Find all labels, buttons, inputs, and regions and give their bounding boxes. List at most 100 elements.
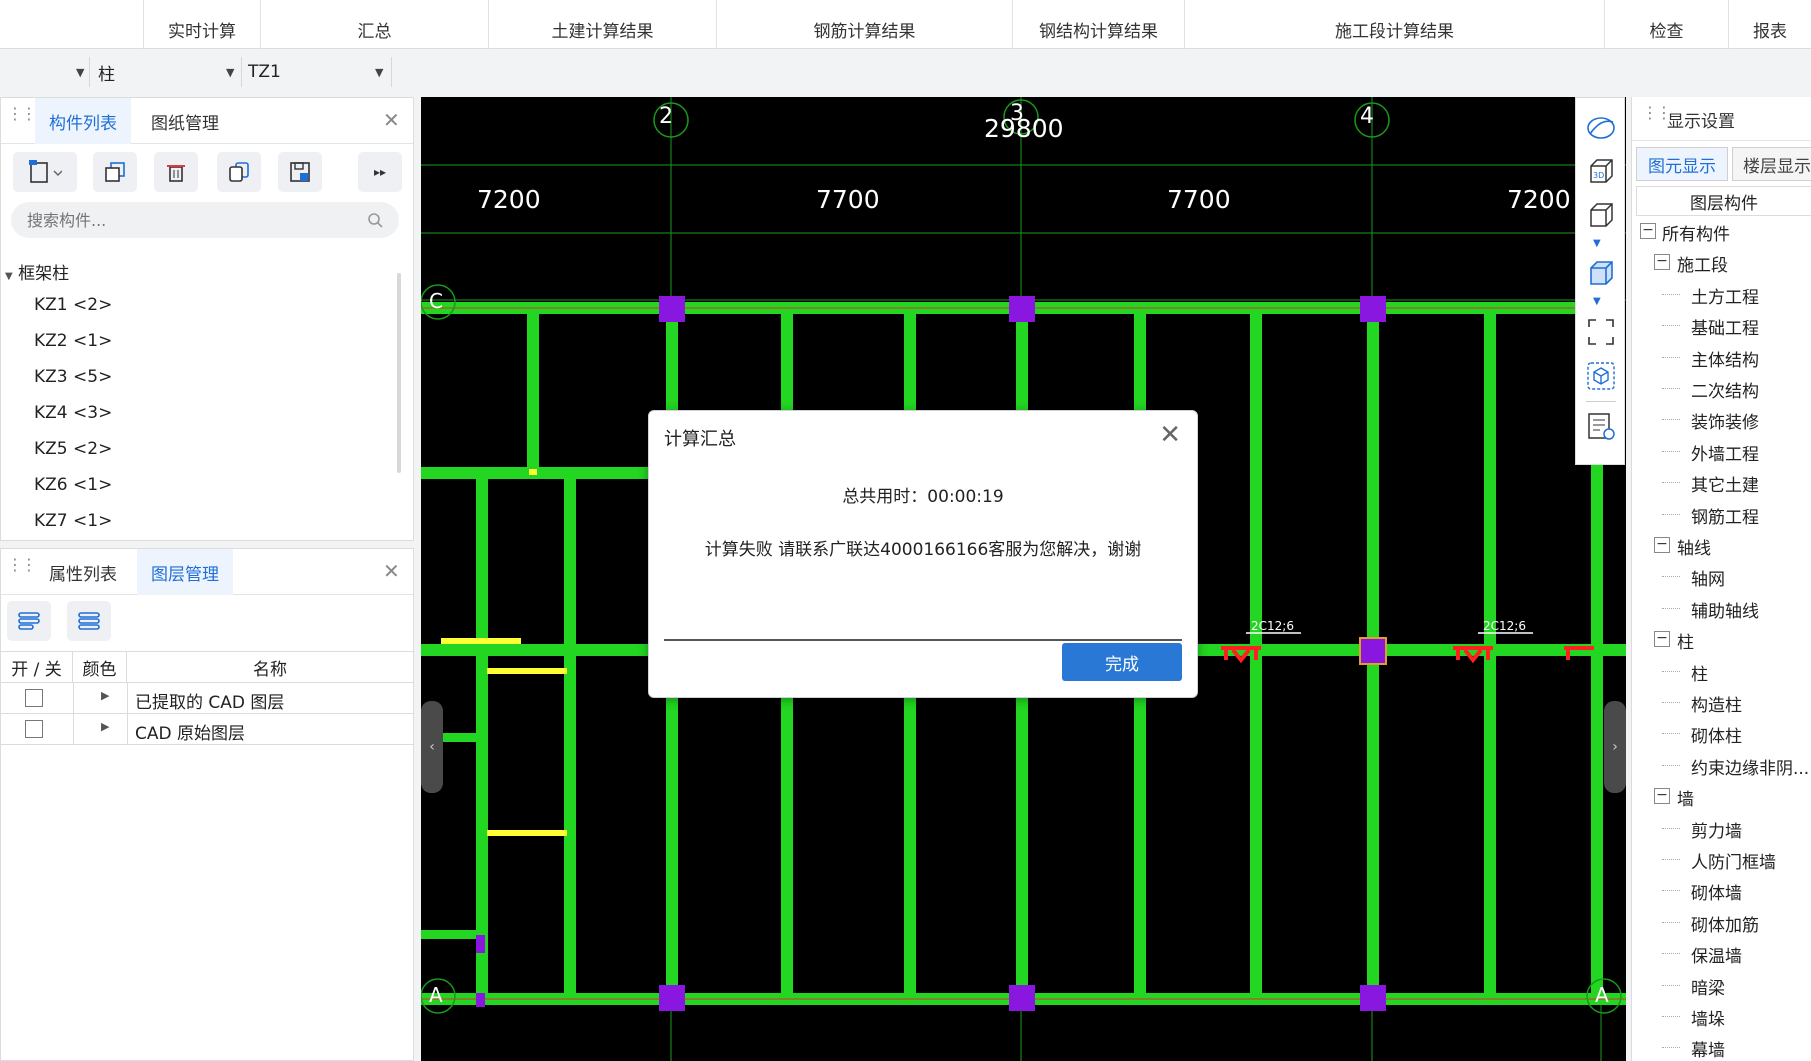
table-row[interactable]: ▶ CAD 原始图层 [1, 714, 413, 744]
tree-item[interactable]: 约束边缘非阴... [1691, 754, 1809, 779]
tab-summary[interactable]: 汇总 [260, 0, 488, 49]
tree-item[interactable]: 砌体加筋 [1691, 911, 1759, 936]
tab-report[interactable]: 报表 [1728, 0, 1811, 49]
drag-handle-icon[interactable]: ⋮⋮ [1642, 105, 1672, 121]
collapse-left-panel-button[interactable]: ‹ [421, 701, 443, 793]
tree-item[interactable]: 土方工程 [1691, 283, 1759, 308]
tab-floor-display[interactable]: 楼层显示 [1732, 147, 1811, 181]
orbit-button[interactable] [1586, 112, 1616, 144]
properties-view-button[interactable] [1586, 410, 1616, 442]
tree-item[interactable]: 装饰装修 [1691, 408, 1759, 433]
chevron-down-icon[interactable]: ▼ [1593, 296, 1601, 307]
tree-item[interactable]: 柱 [1691, 660, 1708, 685]
tab-property-list[interactable]: 属性列表 [35, 549, 131, 595]
collapse-box-icon[interactable]: − [1654, 788, 1670, 805]
layer-show-button[interactable] [7, 601, 51, 641]
tree-item[interactable]: 剪力墙 [1691, 817, 1742, 842]
chevron-down-icon[interactable]: ▼ [1593, 238, 1601, 249]
tab-layer-management[interactable]: 图层管理 [137, 549, 233, 595]
tree-item[interactable]: 主体结构 [1691, 346, 1759, 371]
collapse-box-icon[interactable]: − [1640, 223, 1656, 239]
collapse-box-icon[interactable]: − [1654, 254, 1670, 271]
tree-item[interactable]: 轴网 [1691, 565, 1725, 590]
error-message: 计算失败 请联系广联达4000166166客服为您解决，谢谢 [704, 540, 1142, 560]
tab-civil-results[interactable]: 土建计算结果 [488, 0, 716, 49]
collapse-right-panel-button[interactable]: › [1604, 701, 1626, 793]
close-icon[interactable]: ✕ [1159, 420, 1181, 450]
tree-item[interactable]: 人防门框墙 [1691, 848, 1776, 873]
list-item[interactable]: KZ6 <1> [34, 475, 112, 495]
view-3d-button[interactable]: 3D [1586, 156, 1616, 188]
view-solid-button[interactable] [1586, 258, 1616, 290]
tree-item[interactable]: 外墙工程 [1691, 440, 1759, 465]
column-header-name: 名称 [253, 659, 287, 680]
tab-element-display[interactable]: 图元显示 [1636, 147, 1728, 181]
layer-toggle-checkbox[interactable] [25, 720, 43, 738]
more-tools-button[interactable]: ▸▸ [358, 152, 402, 192]
view-region-button[interactable] [1586, 360, 1616, 392]
delete-button[interactable] [154, 152, 198, 192]
tab-section-results[interactable]: 施工段计算结果 [1184, 0, 1604, 49]
tree-item[interactable]: 墙 [1677, 785, 1694, 810]
finish-button[interactable]: 完成 [1062, 643, 1182, 681]
tab-component-list[interactable]: 构件列表 [35, 98, 131, 144]
close-icon[interactable]: ✕ [383, 559, 400, 583]
scrollbar[interactable] [397, 273, 401, 473]
tree-item[interactable]: 轴线 [1677, 534, 1711, 559]
tree-item[interactable]: 钢筋工程 [1691, 503, 1759, 528]
tree-item[interactable]: 辅助轴线 [1691, 597, 1759, 622]
tree-item[interactable]: 柱 [1677, 628, 1694, 653]
collapse-box-icon[interactable]: − [1654, 631, 1670, 648]
table-row[interactable]: ▶ 已提取的 CAD 图层 [1, 683, 413, 713]
new-file-icon [29, 160, 62, 183]
tree-group-frame-column[interactable]: ▼ 框架柱 [5, 259, 69, 284]
tree-item[interactable]: 施工段 [1677, 251, 1728, 276]
tree-item[interactable]: 构造柱 [1691, 691, 1742, 716]
component-dropdown[interactable]: TZ1 ▼ [242, 57, 392, 87]
tab-rebar-results[interactable]: 钢筋计算结果 [716, 0, 1012, 49]
new-component-button[interactable] [13, 152, 77, 192]
list-item[interactable]: KZ4 <3> [34, 403, 112, 423]
layer-toggle-checkbox[interactable] [25, 689, 43, 707]
type-dropdown[interactable]: 柱 ▼ [90, 57, 242, 87]
tab-realtime-calc[interactable]: 实时计算 [143, 0, 260, 49]
tree-item[interactable]: 砌体柱 [1691, 722, 1742, 747]
tab-drawing-management[interactable]: 图纸管理 [137, 98, 233, 144]
tree-item[interactable]: 其它土建 [1691, 471, 1759, 496]
floor-dropdown[interactable]: ▼ [0, 57, 90, 87]
tab-check[interactable]: 检查 [1604, 0, 1728, 49]
drag-handle-icon[interactable]: ⋮⋮ [7, 106, 37, 122]
tree-item[interactable]: 基础工程 [1691, 314, 1759, 339]
list-item[interactable]: KZ5 <2> [34, 439, 112, 459]
search-input[interactable] [25, 206, 345, 234]
list-item[interactable]: KZ1 <2> [34, 295, 112, 315]
view-box-button[interactable] [1586, 200, 1616, 232]
expand-arrow-icon[interactable]: ▶ [101, 689, 109, 702]
close-icon[interactable]: ✕ [383, 108, 400, 132]
tree-item[interactable]: 砌体墙 [1691, 879, 1742, 904]
tree-item[interactable]: 保温墙 [1691, 942, 1742, 967]
tree-item[interactable]: 所有构件 [1662, 220, 1730, 245]
full-screen-button[interactable] [1586, 316, 1616, 348]
tree-item[interactable]: 墙垛 [1691, 1005, 1725, 1030]
search-box[interactable] [11, 202, 399, 238]
trash-icon [167, 165, 185, 182]
tree-item[interactable]: 二次结构 [1691, 377, 1759, 402]
panel-header: ⋮⋮ 属性列表 图层管理 ✕ [1, 549, 413, 595]
expand-arrow-icon[interactable]: ▶ [101, 720, 109, 733]
list-item[interactable]: KZ3 <5> [34, 367, 112, 387]
tree-item[interactable]: 暗梁 [1691, 974, 1725, 999]
tab-steel-results[interactable]: 钢结构计算结果 [1012, 0, 1184, 49]
drag-handle-icon[interactable]: ⋮⋮ [7, 557, 37, 573]
layer-hide-button[interactable] [67, 601, 111, 641]
list-item[interactable]: KZ7 <1> [34, 511, 112, 531]
save-template-button[interactable] [278, 152, 322, 192]
list-item[interactable]: KZ2 <1> [34, 331, 112, 351]
layer-component-tree: − 所有构件 − 施工段 土方工程 基础工程 主体结构 二次结构 装饰装修 外墙工程 其它土建 钢筋工… [1632, 216, 1811, 1061]
tree-item[interactable]: 幕墙 [1691, 1036, 1725, 1061]
collapse-box-icon[interactable]: − [1654, 537, 1670, 553]
layer-copy-button[interactable] [217, 152, 261, 192]
log-area[interactable] [664, 566, 1182, 641]
type-value: 柱 [98, 64, 115, 85]
copy-button[interactable] [93, 152, 137, 192]
